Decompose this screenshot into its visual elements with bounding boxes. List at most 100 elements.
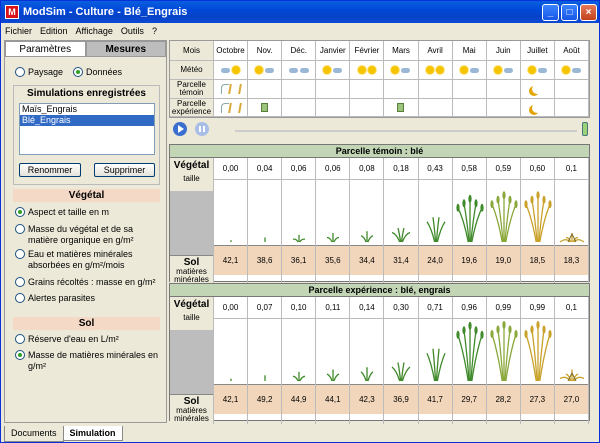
option-reserve-eau[interactable]: Réserve d'eau en L/m² bbox=[15, 334, 163, 345]
tab-parametres[interactable]: Paramètres bbox=[5, 41, 86, 57]
tab-mesures[interactable]: Mesures bbox=[85, 41, 166, 57]
month-header: Juillet bbox=[520, 41, 555, 61]
pause-button[interactable] bbox=[195, 122, 209, 136]
play-button[interactable] bbox=[173, 122, 187, 136]
taille-value: 0,59 bbox=[486, 158, 520, 180]
meteo-cell bbox=[350, 61, 385, 80]
sickle-icon bbox=[532, 103, 542, 113]
radio-eau-absorbee[interactable] bbox=[15, 249, 25, 259]
timeline-track[interactable] bbox=[235, 130, 577, 132]
option-aspect[interactable]: Aspect et taille en m bbox=[15, 207, 163, 218]
taille-value: 0,04 bbox=[248, 158, 282, 180]
play-icon bbox=[178, 125, 184, 133]
sol-value: 35,6 bbox=[316, 245, 350, 275]
option-label: Alertes parasites bbox=[28, 293, 96, 303]
parcel-experience-grid: Végétal taille Sol matières minérales 0,00 42… bbox=[170, 297, 589, 424]
wheat-plant-icon bbox=[456, 194, 484, 243]
radio-grains[interactable] bbox=[15, 277, 25, 287]
taille-value: 0,99 bbox=[520, 297, 554, 319]
temoin-event-cell bbox=[384, 80, 419, 99]
parcel-temoin-panel: Parcelle témoin : blé Végétal taille Sol ma… bbox=[169, 144, 590, 285]
delete-button[interactable]: Supprimer bbox=[94, 163, 155, 177]
sun-icon bbox=[255, 66, 264, 74]
timeline-slider-thumb[interactable] bbox=[582, 122, 588, 136]
meteo-cell bbox=[520, 61, 555, 80]
tab-documents[interactable]: Documents bbox=[4, 426, 64, 442]
simulations-title: Simulations enregistrées bbox=[27, 88, 146, 99]
maximize-button[interactable]: □ bbox=[561, 3, 578, 21]
option-masse-vegetal[interactable]: Masse du végétal et de sa matière organi… bbox=[15, 224, 163, 246]
month-column: 0,08 34,4 bbox=[350, 158, 385, 285]
radio-masse-vegetal[interactable] bbox=[15, 224, 25, 234]
option-label: Eau et matières minérales absorbées en g… bbox=[28, 249, 133, 270]
radio-donnees[interactable] bbox=[73, 67, 84, 77]
menu-affichage[interactable]: Affichage bbox=[76, 26, 113, 36]
sol-label-cell: Sol matières minérales bbox=[170, 394, 213, 424]
sol-value: 42,1 bbox=[214, 245, 248, 275]
option-label: Masse de matières minérales en g/m² bbox=[28, 350, 159, 371]
wheat-plant-icon bbox=[490, 321, 518, 382]
sol-value: 18,3 bbox=[554, 245, 588, 275]
month-header: Avril bbox=[418, 41, 453, 61]
cloud-icon bbox=[537, 67, 547, 73]
cloud-icon bbox=[299, 67, 309, 73]
radio-matieres-minerales[interactable] bbox=[15, 350, 25, 360]
menu-edition[interactable]: Edition bbox=[40, 26, 68, 36]
month-column: 0,59 19,0 bbox=[486, 158, 521, 285]
tab-simulation[interactable]: Simulation bbox=[62, 426, 123, 441]
option-grains[interactable]: Grains récoltés : masse en g/m² bbox=[15, 277, 163, 288]
month-column: 0,07 49,2 bbox=[248, 297, 283, 424]
app-icon: M bbox=[5, 5, 19, 19]
sol-value: 27,0 bbox=[554, 384, 588, 414]
cloud-icon bbox=[469, 67, 479, 73]
plant-cell bbox=[452, 319, 486, 384]
experience-event-cell bbox=[350, 99, 385, 117]
radio-paysage[interactable] bbox=[15, 67, 25, 77]
option-eau-absorbee[interactable]: Eau et matières minérales absorbées en g… bbox=[15, 249, 163, 271]
radio-reserve-eau[interactable] bbox=[15, 334, 25, 344]
list-item[interactable]: Maïs_Engrais bbox=[20, 104, 154, 115]
menu-fichier[interactable]: Fichier bbox=[5, 26, 32, 36]
simulation-view: Mois Octobre Nov. Déc. Janvier Février Mars Avr… bbox=[169, 40, 598, 424]
month-column: 0,99 27,3 bbox=[520, 297, 555, 424]
section-vegetal: Végétal bbox=[13, 189, 160, 202]
row-label-temoin: Parcelle témoin bbox=[170, 80, 214, 99]
radio-alertes[interactable] bbox=[15, 293, 25, 303]
sol-sublabel: matières minérales bbox=[174, 406, 209, 423]
taille-value: 0,96 bbox=[452, 297, 486, 319]
plant-cell bbox=[248, 180, 282, 245]
option-label: Réserve d'eau en L/m² bbox=[28, 334, 119, 344]
wheat-plant-icon bbox=[524, 191, 552, 243]
temoin-event-cell bbox=[486, 80, 521, 99]
plant-cell bbox=[520, 180, 554, 245]
radio-aspect[interactable] bbox=[15, 207, 25, 217]
minimize-button[interactable]: _ bbox=[542, 3, 559, 21]
sun-icon bbox=[493, 66, 502, 74]
list-item[interactable]: Blé_Engrais bbox=[20, 115, 154, 126]
wheat-plant-icon bbox=[490, 191, 518, 243]
close-button[interactable]: × bbox=[580, 3, 597, 21]
rename-button[interactable]: Renommer bbox=[19, 163, 81, 177]
taille-value: 0,43 bbox=[418, 158, 452, 180]
menu-outils[interactable]: Outils bbox=[121, 26, 144, 36]
sun-icon bbox=[459, 66, 468, 74]
wheat-plant-icon bbox=[361, 231, 374, 243]
experience-event-cell bbox=[554, 99, 589, 117]
fertilizer-bag-icon bbox=[261, 103, 269, 112]
menu-bar: Fichier Edition Affichage Outils ? bbox=[1, 23, 599, 38]
sol-value: 44,1 bbox=[316, 384, 350, 414]
option-alertes[interactable]: Alertes parasites bbox=[15, 293, 163, 304]
taille-value: 0,07 bbox=[248, 297, 282, 319]
plant-cell bbox=[248, 319, 282, 384]
menu-help[interactable]: ? bbox=[152, 26, 157, 36]
simulations-box: Simulations enregistrées Maïs_Engrais Bl… bbox=[13, 85, 160, 185]
option-matieres-minerales[interactable]: Masse de matières minérales en g/m² bbox=[15, 350, 163, 372]
experience-event-cell bbox=[452, 99, 487, 117]
plant-cell bbox=[452, 180, 486, 245]
meteo-cell bbox=[384, 61, 419, 80]
sol-value: 31,4 bbox=[384, 245, 418, 275]
taille-value: 0,58 bbox=[452, 158, 486, 180]
simulations-list[interactable]: Maïs_Engrais Blé_Engrais bbox=[19, 103, 155, 155]
experience-event-cell bbox=[520, 99, 555, 117]
meteo-cell bbox=[282, 61, 317, 80]
